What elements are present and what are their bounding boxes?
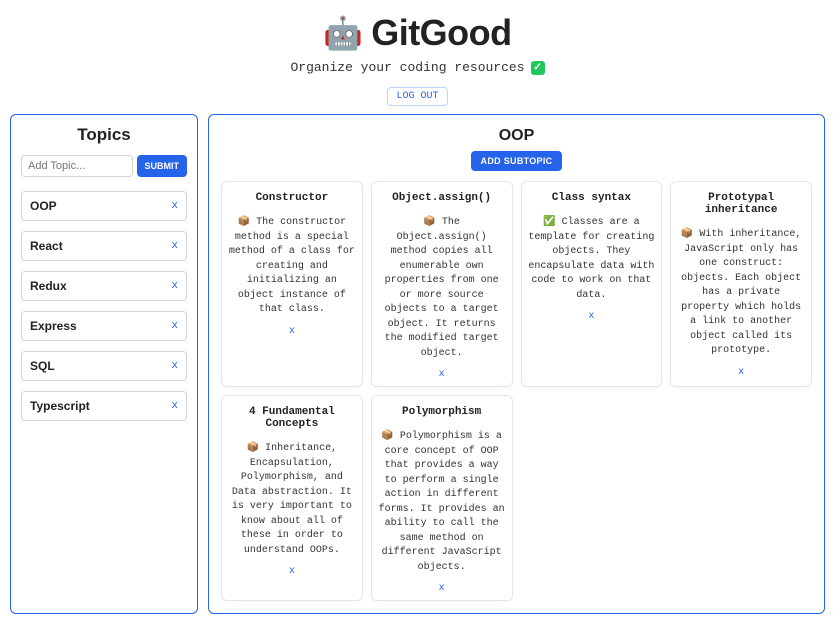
close-icon[interactable]: x — [171, 240, 178, 252]
card-text: The constructor method is a special meth… — [229, 217, 355, 315]
close-icon[interactable]: x — [171, 360, 178, 372]
card-title: Object.assign() — [378, 192, 506, 204]
tagline-text: Organize your coding resources — [290, 60, 524, 75]
card-body: 📦 With inheritance, JavaScript only has … — [677, 228, 805, 359]
close-icon[interactable]: x — [528, 311, 656, 322]
content-panel: OOP ADD SUBTOPIC Constructor 📦 The constr… — [208, 114, 825, 614]
card-text: The Object.assign() method copies all en… — [385, 217, 499, 359]
card-title: Polymorphism — [378, 406, 506, 418]
topic-item[interactable]: React x — [21, 231, 187, 261]
card-body: 📦 Inheritance, Encapsulation, Polymorphi… — [228, 442, 356, 558]
card-title: Constructor — [228, 192, 356, 204]
card-grid: Constructor 📦 The constructor method is a… — [221, 181, 812, 601]
topic-item[interactable]: SQL x — [21, 351, 187, 381]
check-icon: ✓ — [531, 61, 545, 75]
card-title: Class syntax — [528, 192, 656, 204]
subtopic-card[interactable]: Class syntax ✅ Classes are a template for… — [521, 181, 663, 387]
card-title: 4 Fundamental Concepts — [228, 406, 356, 430]
add-subtopic-button[interactable]: ADD SUBTOPIC — [471, 151, 563, 171]
add-topic-input[interactable] — [21, 155, 133, 177]
subtopic-card[interactable]: Polymorphism 📦 Polymorphism is a core con… — [371, 395, 513, 601]
tagline: Organize your coding resources ✓ — [0, 60, 835, 75]
submit-button[interactable]: SUBMIT — [137, 155, 188, 177]
box-icon: 📦 — [681, 229, 693, 240]
logout-button[interactable]: LOG OUT — [387, 87, 447, 106]
close-icon[interactable]: x — [171, 200, 178, 212]
subtopic-card[interactable]: Prototypal inheritance 📦 With inheritance… — [670, 181, 812, 387]
close-icon[interactable]: x — [228, 326, 356, 337]
close-icon[interactable]: x — [378, 369, 506, 380]
card-body: ✅ Classes are a template for creating ob… — [528, 216, 656, 303]
content-title: OOP — [221, 127, 812, 145]
card-body: 📦 The Object.assign() method copies all … — [378, 216, 506, 361]
topic-label: Redux — [30, 279, 67, 293]
subtopic-card[interactable]: 4 Fundamental Concepts 📦 Inheritance, Enc… — [221, 395, 363, 601]
close-icon[interactable]: x — [228, 566, 356, 577]
card-text: With inheritance, JavaScript only has on… — [681, 229, 801, 356]
topic-label: OOP — [30, 199, 57, 213]
box-icon: 📦 — [247, 443, 259, 454]
topic-label: Typescript — [30, 399, 90, 413]
close-icon[interactable]: x — [171, 320, 178, 332]
topic-item[interactable]: Redux x — [21, 271, 187, 301]
close-icon[interactable]: x — [171, 400, 178, 412]
card-text: Classes are a template for creating obje… — [528, 217, 654, 301]
check-icon: ✅ — [543, 217, 555, 228]
card-body: 📦 The constructor method is a special me… — [228, 216, 356, 318]
topic-item[interactable]: OOP x — [21, 191, 187, 221]
sidebar-title: Topics — [21, 125, 187, 145]
card-text: Polymorphism is a core concept of OOP th… — [379, 431, 505, 573]
box-icon: 📦 — [423, 217, 435, 228]
topic-label: SQL — [30, 359, 55, 373]
sidebar: Topics SUBMIT OOPxReactxReduxxExpressxSQ… — [10, 114, 198, 614]
topic-label: React — [30, 239, 63, 253]
brand: 🤖 GitGood — [323, 12, 511, 54]
box-icon: 📦 — [238, 217, 250, 228]
brand-title: GitGood — [371, 12, 511, 54]
subtopic-card[interactable]: Object.assign() 📦 The Object.assign() met… — [371, 181, 513, 387]
robot-icon: 🤖 — [323, 17, 363, 49]
subtopic-card[interactable]: Constructor 📦 The constructor method is a… — [221, 181, 363, 387]
topic-label: Express — [30, 319, 77, 333]
close-icon[interactable]: x — [171, 280, 178, 292]
box-icon: 📦 — [381, 431, 393, 442]
topic-item[interactable]: Express x — [21, 311, 187, 341]
topic-item[interactable]: Typescript x — [21, 391, 187, 421]
close-icon[interactable]: x — [378, 583, 506, 594]
card-title: Prototypal inheritance — [677, 192, 805, 216]
close-icon[interactable]: x — [677, 367, 805, 378]
card-text: Inheritance, Encapsulation, Polymorphism… — [232, 443, 352, 556]
card-body: 📦 Polymorphism is a core concept of OOP … — [378, 430, 506, 575]
topic-list: OOP x React x Redux x Express x SQL x Typescript x — [21, 191, 187, 421]
